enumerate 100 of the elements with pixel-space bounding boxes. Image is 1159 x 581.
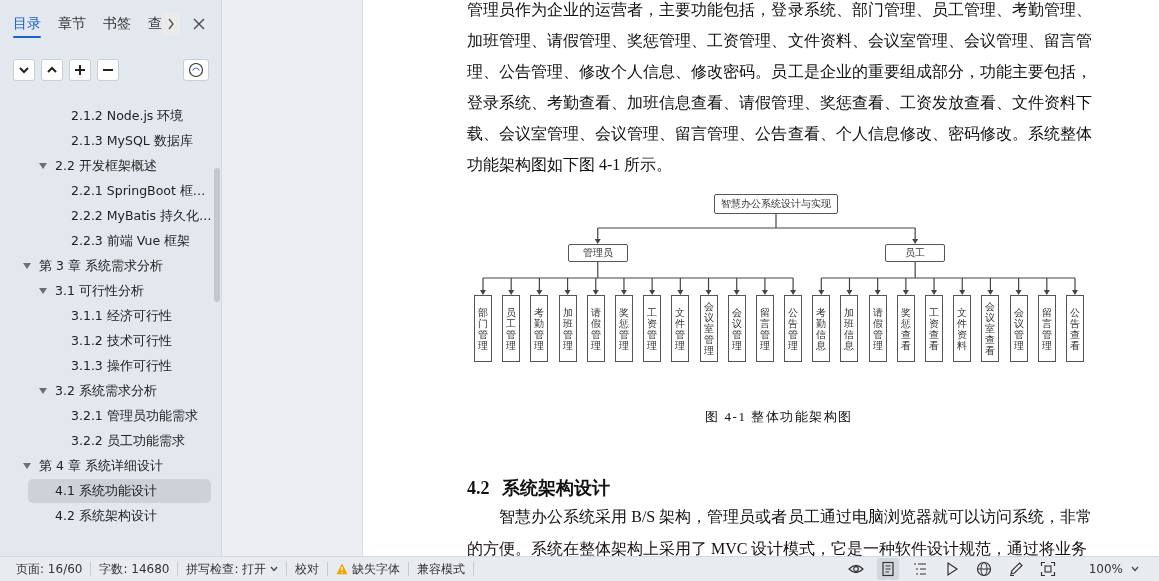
- diagram-node: 奖惩管理: [614, 295, 633, 362]
- sidebar-tab[interactable]: 章节: [58, 0, 86, 48]
- diagram-node: 部门管理: [474, 295, 492, 362]
- diagram-node: 考勤信息: [812, 295, 831, 362]
- connector-arrow: [902, 277, 909, 295]
- tree-item[interactable]: 2.2.2 MyBatis 持久化…: [44, 204, 211, 228]
- diagram-node: 工资管理: [643, 295, 662, 362]
- fit-frame-icon: [1039, 561, 1056, 577]
- connector-arrow: [620, 277, 627, 295]
- diagram-node: 会议室管理: [699, 295, 718, 362]
- circle-arc-icon: [188, 62, 204, 78]
- zoom-dropdown[interactable]: 100%: [1082, 562, 1145, 576]
- status-button[interactable]: 兼容模式: [409, 562, 475, 576]
- scrollbar-thumb[interactable]: [214, 168, 220, 302]
- tree-item[interactable]: 3.1.1 经济可行性: [44, 304, 211, 328]
- triangle-icon[interactable]: [39, 163, 47, 169]
- paragraph: 管理员作为企业的运营者，主要功能包括，登录系统、部门管理、员工管理、考勤管理、加班管理、请假管理、奖惩管理、工资管理、文件资料、会议室管理、会议管理、留言管理、公告管理、修改个人信息、修改密码。员工是企业的重要组成部分，功能主要包括，登录系统、考勤查看、加班信息查看、请假管理、奖惩查看、工资发放查看、文件资料下载、会议室管理、会议管理、留言管理、公告查看、个人信息修改、密码修改。系统整体功能架构图如下图 4-1 所示。: [467, 0, 1092, 175]
- tree-item[interactable]: 2.2.3 前端 Vue 框架: [44, 229, 211, 253]
- chevron-right-icon: [167, 18, 175, 30]
- page-icon: [879, 561, 896, 577]
- up-button[interactable]: [41, 59, 63, 81]
- heading-number: 4.2: [467, 477, 490, 500]
- connector-arrow: [677, 277, 684, 295]
- triangle-icon[interactable]: [39, 288, 47, 294]
- connector-arrow: [508, 277, 515, 295]
- paragraph: 智慧办公系统采用 B/S 架构，管理员或者员工通过电脑浏览器就可以访问系统，非常的方便。系统在整体架构上采用了 MVC 设计模式，它是一种软件设计规范，通过将业务: [467, 507, 1092, 556]
- tree-item[interactable]: 2.2.1 SpringBoot 框…: [44, 179, 211, 203]
- diagram-node: 公告查看: [1066, 295, 1084, 362]
- diagram-node: 文件资料: [953, 295, 972, 362]
- connector-arrow: [649, 277, 656, 295]
- triangle-icon[interactable]: [23, 463, 31, 469]
- scroll-right-button[interactable]: [162, 12, 180, 36]
- triangle-icon[interactable]: [23, 263, 31, 269]
- tree-item[interactable]: 3.2.2 员工功能需求: [44, 429, 211, 453]
- spell-check-dropdown[interactable]: 拼写检查: 打开: [178, 562, 288, 576]
- section-heading: 系统架构设计: [501, 477, 610, 500]
- diagram-node: 加班信息: [840, 295, 859, 362]
- diagram-node: 公告管理: [784, 295, 803, 362]
- tree-item[interactable]: 3.1 可行性分析: [28, 279, 211, 303]
- connector-arrow: [594, 227, 601, 244]
- tree-item[interactable]: 3.1.3 操作可行性: [44, 354, 211, 378]
- connector-arrow: [761, 277, 768, 295]
- diagram-node: 考勤管理: [530, 295, 549, 362]
- down-button[interactable]: [13, 59, 35, 81]
- figure-caption: 图 4-1 整体功能架构图: [704, 408, 854, 426]
- connector-arrow: [536, 277, 543, 295]
- connector-arrow: [1015, 277, 1022, 295]
- connector-arrow: [564, 277, 571, 295]
- tree-item[interactable]: 第 4 章 系统详细设计: [12, 454, 211, 478]
- tree-item[interactable]: 3.2.1 管理员功能需求: [44, 404, 211, 428]
- connector-arrow: [705, 277, 712, 295]
- connector-arrow: [1043, 277, 1050, 295]
- circle-button[interactable]: [183, 59, 209, 81]
- tree-item[interactable]: 2.1.3 MySQL 数据库: [44, 129, 211, 153]
- close-icon: [193, 18, 205, 30]
- missing-font-warning[interactable]: 缺失字体: [328, 562, 410, 576]
- diagram-node: 会议管理: [727, 295, 746, 362]
- tree-item[interactable]: 3.1.2 技术可行性: [44, 329, 211, 353]
- toolbar-button[interactable]: [876, 558, 899, 580]
- sidebar-tab[interactable]: 查: [148, 0, 162, 48]
- connector-arrow: [959, 277, 966, 295]
- status-text: 字数: 14680: [91, 562, 179, 576]
- minus-button[interactable]: [97, 59, 119, 81]
- tree-item[interactable]: 2.2 开发框架概述: [28, 154, 211, 178]
- status-button[interactable]: 校对: [287, 562, 329, 576]
- tree-item[interactable]: 4.1 系统功能设计: [28, 479, 211, 503]
- status-text: 页面: 16/60: [8, 562, 92, 576]
- connector-arrow: [592, 277, 599, 295]
- chevron-down-icon: [18, 64, 30, 76]
- tree-item[interactable]: 4.2 系统架构设计: [28, 504, 211, 528]
- caret-down-icon: [270, 566, 279, 572]
- diagram-node: 智慧办公系统设计与实现: [714, 194, 838, 214]
- close-button[interactable]: [191, 16, 207, 32]
- diagram-node: 会议管理: [1009, 295, 1028, 362]
- globe-icon: [975, 561, 992, 577]
- connector-arrow: [912, 227, 919, 244]
- caret-down-icon: [1131, 566, 1139, 572]
- diagram-node: 管理员: [567, 244, 628, 262]
- diagram-node: 留言管理: [755, 295, 774, 362]
- pen-icon: [1007, 561, 1024, 577]
- connector-arrow: [733, 277, 740, 295]
- tree-item[interactable]: 第 3 章 系统需求分析: [12, 254, 211, 278]
- connector-arrow: [987, 277, 994, 295]
- plus-button[interactable]: [69, 59, 91, 81]
- warning-icon: [336, 563, 349, 575]
- connector-arrow: [1072, 277, 1078, 295]
- diagram-node: 员工管理: [502, 295, 521, 362]
- diagram-node: 会议室查看: [981, 295, 1000, 362]
- connector-arrow: [931, 277, 938, 295]
- diagram-node: 留言管理: [1037, 295, 1056, 362]
- tree-item[interactable]: 3.2 系统需求分析: [28, 379, 211, 403]
- tree-item[interactable]: 2.1.2 Node.js 环境: [44, 104, 211, 128]
- triangle-icon[interactable]: [39, 388, 47, 394]
- sidebar-tab[interactable]: 目录: [13, 0, 41, 48]
- connector-arrow: [480, 277, 486, 295]
- list-icon: [911, 561, 928, 577]
- plus-icon: [74, 64, 86, 76]
- diagram-node: 加班管理: [558, 295, 577, 362]
- sidebar-tab[interactable]: 书签: [103, 0, 131, 48]
- diagram-node: 工资查看: [925, 295, 944, 362]
